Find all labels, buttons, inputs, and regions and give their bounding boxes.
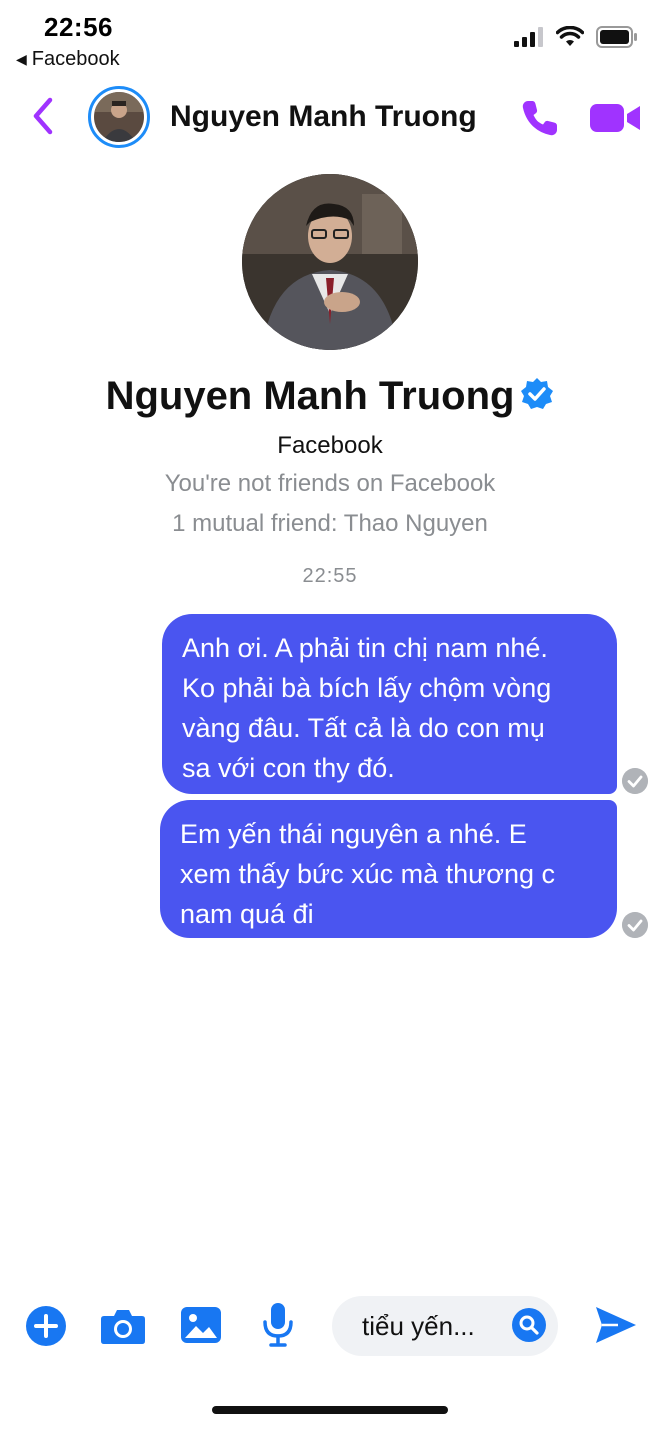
- gallery-icon[interactable]: [180, 1304, 222, 1346]
- back-to-app-link[interactable]: ◀ Facebook: [16, 48, 120, 71]
- message-line: xem thấy bức xúc mà thương c: [180, 859, 555, 889]
- back-chevron-icon[interactable]: [26, 94, 60, 138]
- wifi-icon: [556, 26, 584, 46]
- status-icons: [514, 26, 638, 48]
- profile-photo-icon: [242, 174, 418, 350]
- message-bubble[interactable]: Em yến thái nguyên a nhé. E xem thấy bức…: [160, 800, 617, 938]
- video-camera-icon[interactable]: [590, 100, 642, 136]
- verified-badge-icon: [521, 378, 554, 410]
- home-indicator[interactable]: [212, 1406, 448, 1414]
- friendship-status: You're not friends on Facebook: [164, 470, 496, 497]
- mutual-friends[interactable]: 1 mutual friend: Thao Nguyen: [0, 510, 660, 538]
- message-bubble[interactable]: Anh ơi. A phải tin chị nam nhé. Ko phải …: [162, 614, 617, 794]
- plus-icon[interactable]: [26, 1306, 66, 1346]
- profile-name-text: Nguyen Manh Truong: [105, 374, 515, 418]
- message-line: sa với con thy đó.: [182, 753, 395, 783]
- status-time: 22:56: [44, 12, 113, 42]
- message-input-text: tiểu yến...: [362, 1310, 475, 1341]
- message-composer: tiểu yến...: [0, 1288, 660, 1362]
- message-line: Em yến thái nguyên a nhé. E: [180, 819, 527, 849]
- status-bar: 22:56 ◀ Facebook: [0, 0, 660, 80]
- seen-check-icon: [622, 912, 648, 938]
- back-triangle-icon: ◀: [16, 51, 27, 67]
- avatar-photo-icon: [94, 92, 144, 142]
- message-line: Ko phải bà bích lấy chộm vòng: [182, 673, 552, 703]
- search-icon[interactable]: [512, 1308, 546, 1342]
- signal-icon: [514, 27, 543, 47]
- profile-source: Facebook: [277, 432, 383, 459]
- profile-name: Nguyen Manh Truong: [0, 374, 660, 419]
- send-icon[interactable]: [594, 1304, 638, 1346]
- message-line: nam quá đi: [180, 899, 314, 929]
- contact-name[interactable]: Nguyen Manh Truong: [170, 100, 477, 134]
- seen-check-icon: [622, 768, 648, 794]
- chat-header: Nguyen Manh Truong: [0, 80, 660, 154]
- phone-icon[interactable]: [518, 96, 562, 140]
- message-timestamp: 22:55: [302, 565, 358, 587]
- camera-icon[interactable]: [100, 1306, 146, 1346]
- profile-photo[interactable]: [242, 174, 418, 350]
- back-app-label: Facebook: [31, 48, 120, 70]
- microphone-icon[interactable]: [262, 1302, 294, 1348]
- header-avatar[interactable]: [88, 86, 150, 148]
- message-line: vàng đâu. Tất cả là do con mụ: [182, 713, 545, 743]
- battery-icon: [596, 26, 637, 48]
- message-line: Anh ơi. A phải tin chị nam nhé.: [182, 633, 548, 663]
